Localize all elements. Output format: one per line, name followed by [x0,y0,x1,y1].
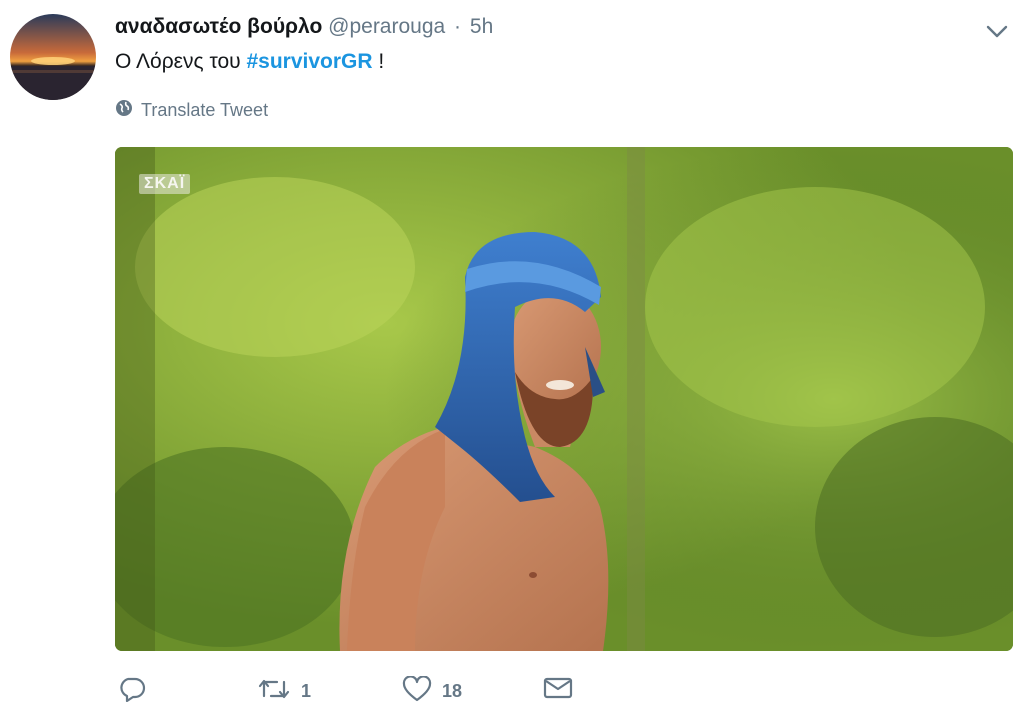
retweet-count: 1 [301,681,312,701]
direct-message-button[interactable] [543,676,573,705]
translate-tweet-link[interactable]: Translate Tweet [115,99,268,122]
tweet-text-before: Ο Λόρενς του [115,50,247,73]
reply-icon [118,676,146,707]
globe-icon [115,99,133,122]
reply-button[interactable] [118,676,156,707]
timestamp[interactable]: 5h [470,15,493,38]
retweet-button[interactable]: 1 [257,676,311,707]
tweet-header: αναδασωτέο βούρλο @perarouga · 5h [115,14,493,40]
hashtag-link[interactable]: #survivorGR [246,50,372,73]
translate-label: Translate Tweet [141,100,269,120]
tweet-text: Ο Λόρενς του #survivorGR ! [115,48,384,76]
envelope-icon [543,676,573,705]
tweet-text-after: ! [372,50,385,73]
retweet-icon [257,676,291,707]
tweet-actions: 1 18 [115,675,635,710]
chevron-down-icon[interactable] [984,20,1010,42]
tweet-media-image[interactable]: ΣΚΑΪ [115,147,1013,651]
channel-logo: ΣΚΑΪ [139,174,191,194]
author-handle[interactable]: @perarouga [328,15,445,38]
like-button[interactable]: 18 [402,675,463,707]
like-count: 18 [442,681,463,701]
heart-icon [402,675,432,707]
author-name[interactable]: αναδασωτέο βούρλο [115,15,322,38]
avatar[interactable] [10,14,96,100]
separator: · [454,15,462,38]
